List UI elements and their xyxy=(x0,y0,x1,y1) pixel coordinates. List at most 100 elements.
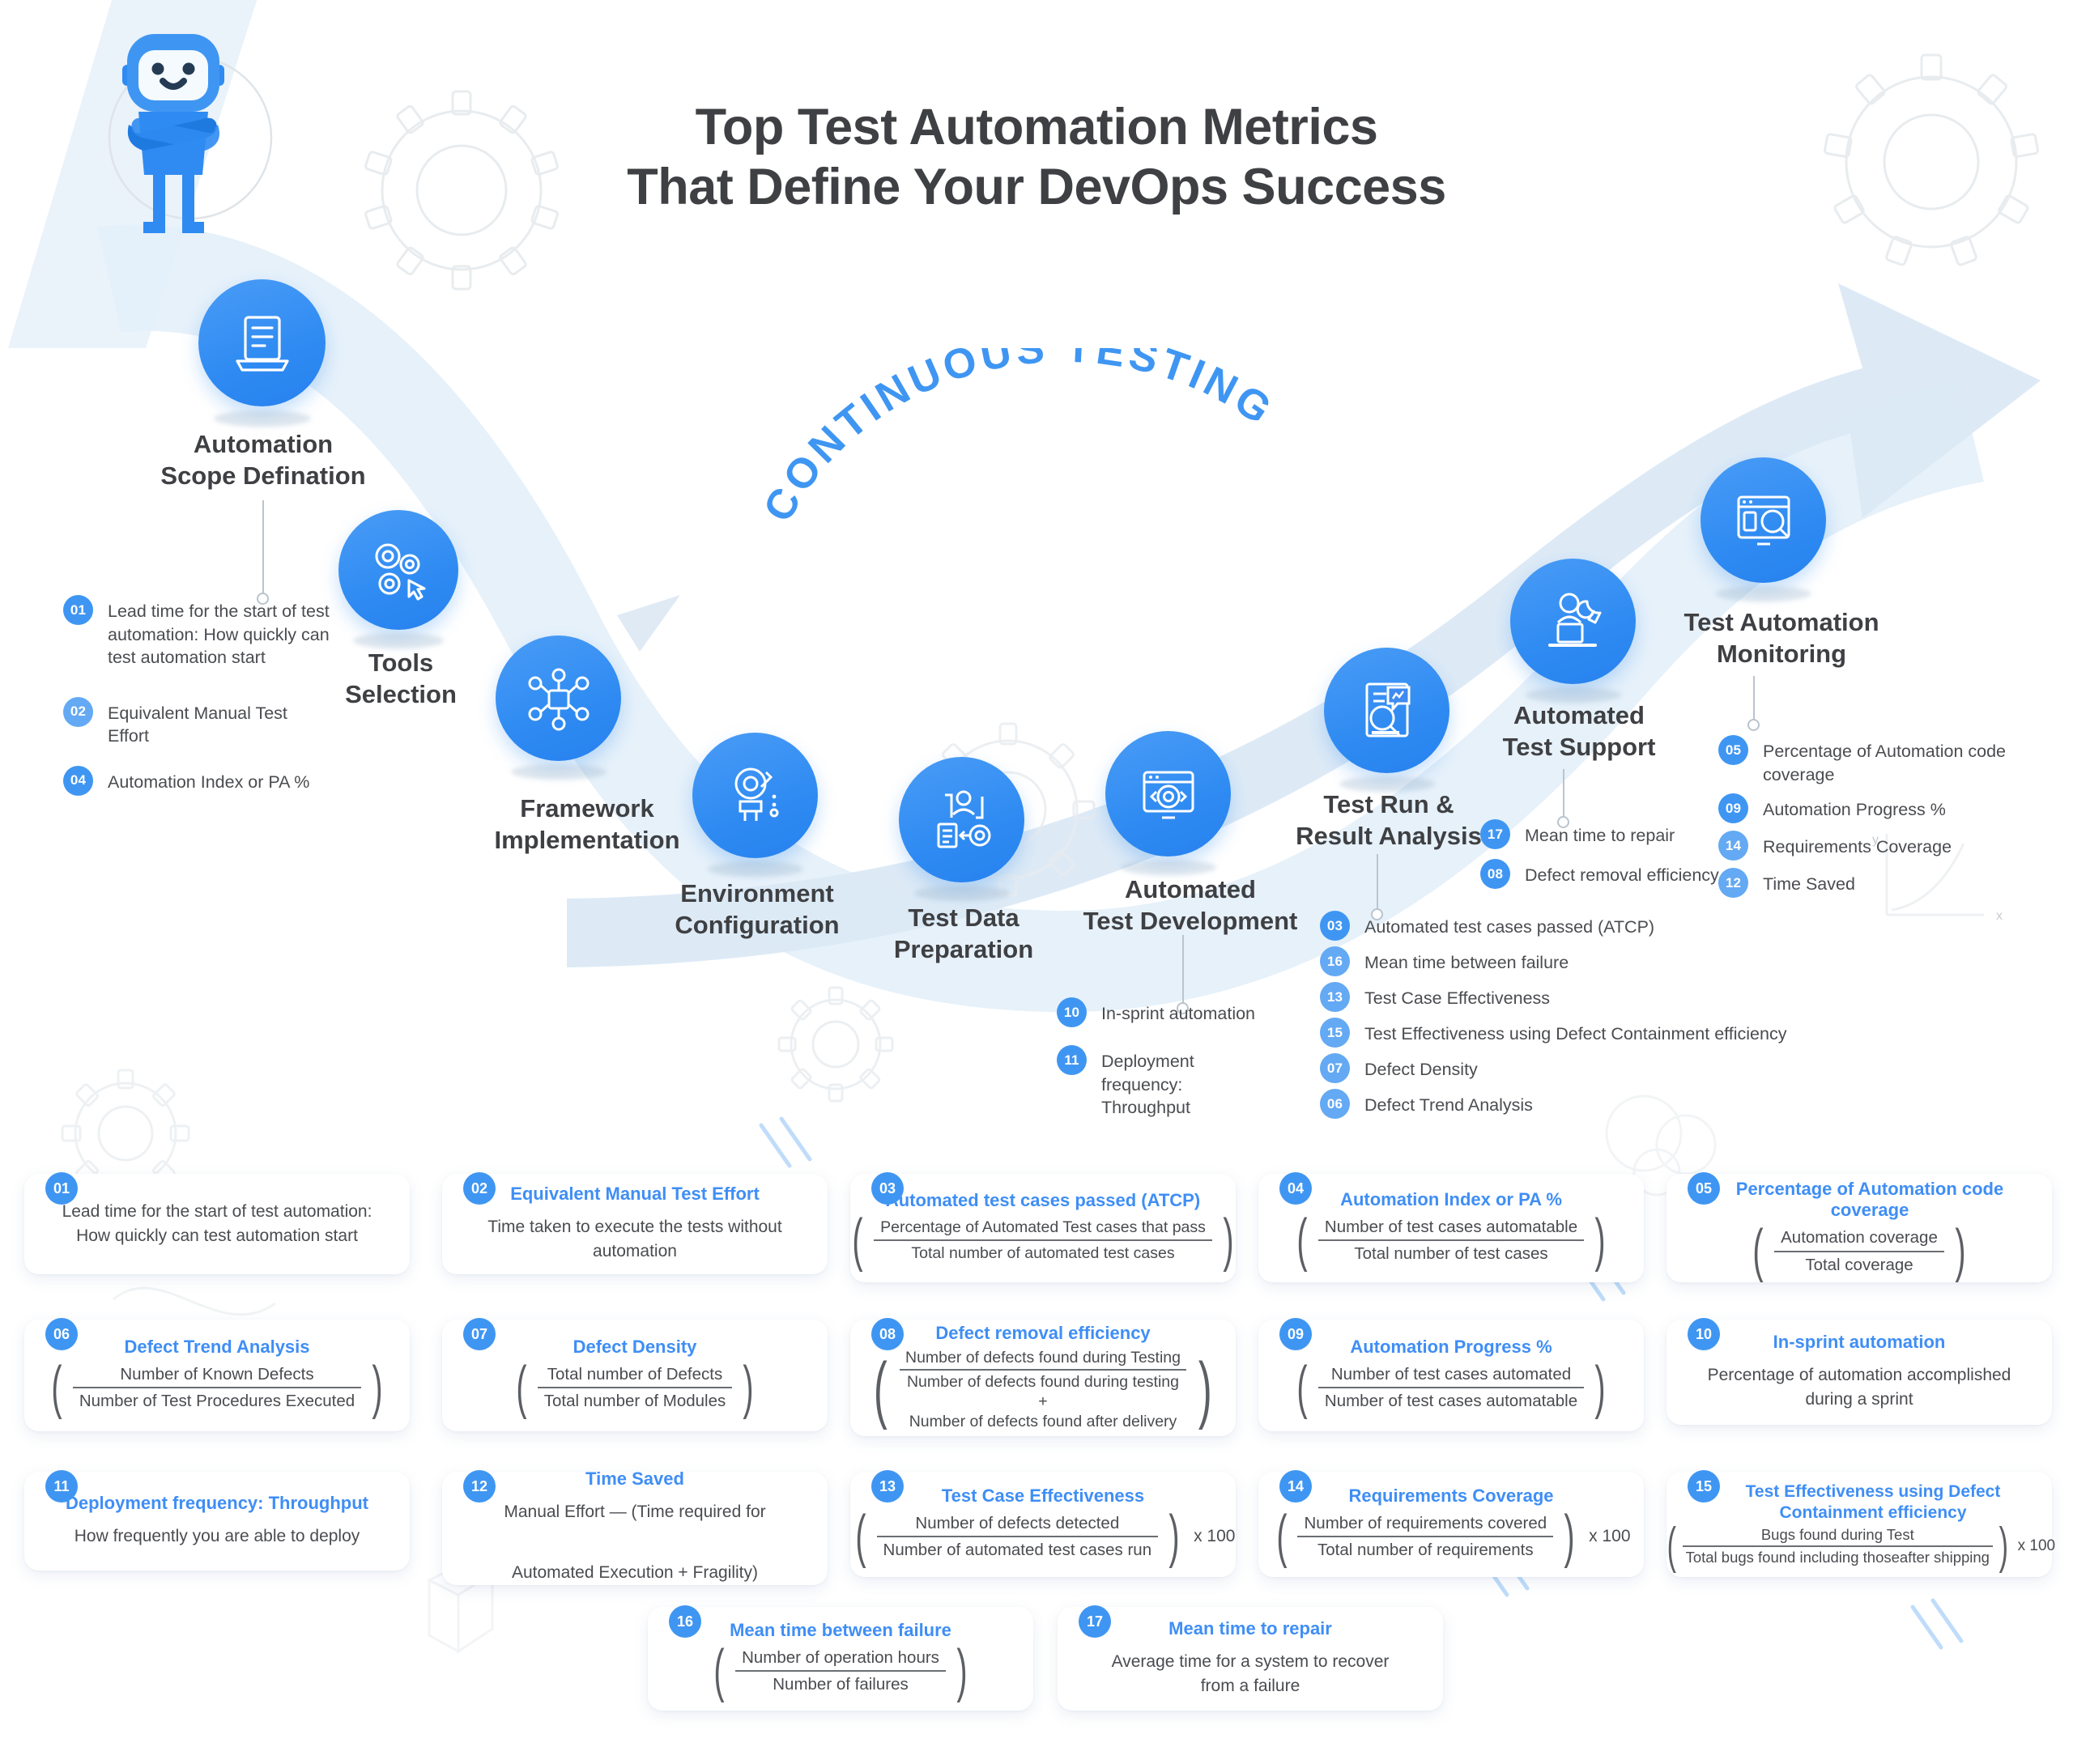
node-automated-test-support[interactable] xyxy=(1503,551,1643,703)
test-automation-monitoring-circle[interactable] xyxy=(1693,450,1833,590)
automated-test-development-circle[interactable] xyxy=(1098,724,1238,864)
card-11[interactable]: 11 Deployment frequency: Throughput How … xyxy=(24,1470,410,1571)
card-title: Equivalent Manual Test Effort xyxy=(510,1184,760,1205)
card-13[interactable]: 13 Test Case Effectiveness ( Number of d… xyxy=(850,1470,1236,1577)
card-badge: 10 xyxy=(1688,1318,1720,1350)
node-test-data-preparation[interactable] xyxy=(892,750,1032,901)
card-badge: 03 xyxy=(871,1172,904,1205)
formula-denominator: Total bugs found including thoseafter sh… xyxy=(1685,1548,1990,1566)
formula-numerator: Number of test cases automated xyxy=(1330,1364,1572,1384)
metric-label: Lead time for the start of test automati… xyxy=(108,601,330,668)
card-badge: 09 xyxy=(1279,1318,1312,1350)
paren-close: ) xyxy=(372,1354,383,1420)
card-04[interactable]: 04 Automation Index or PA % ( Number of … xyxy=(1258,1172,1644,1282)
card-10[interactable]: 10 In-sprint automation Percentage of au… xyxy=(1666,1318,2052,1425)
card-badge: 05 xyxy=(1688,1172,1720,1205)
card-12[interactable]: 12 Time Saved Manual Effort — (Time requ… xyxy=(442,1468,828,1585)
card-01[interactable]: 01 Lead time for the start of test autom… xyxy=(24,1172,410,1274)
card-formula: ( Number of operation hours Number of fa… xyxy=(709,1638,972,1703)
metric-item[interactable]: 06 Defect Trend Analysis xyxy=(1320,1089,1871,1119)
svg-text:CONTINUOUS TESTING: CONTINUOUS TESTING xyxy=(755,348,1283,529)
paren-open: ( xyxy=(713,1638,725,1703)
formula-denominator: Number of Test Procedures Executed xyxy=(79,1392,355,1411)
automated-test-support-circle[interactable] xyxy=(1503,551,1643,691)
card-formula: ( Number of defects found during Testing… xyxy=(868,1346,1218,1434)
node-label-test-data-preparation: Test Data Preparation xyxy=(893,903,1034,963)
paren-close: ) xyxy=(1955,1218,1966,1284)
node-test-run-result-analysis[interactable] xyxy=(1317,640,1457,792)
metric-item[interactable]: 13 Test Case Effectiveness xyxy=(1320,982,1871,1012)
formula-denominator: Total coverage xyxy=(1805,1255,1913,1274)
node-automation-scope-defination[interactable] xyxy=(191,272,333,427)
card-05[interactable]: 05 Percentage of Automation code coverag… xyxy=(1666,1172,2052,1284)
card-badge: 13 xyxy=(871,1470,904,1503)
node-shadow xyxy=(1715,586,1811,601)
metric-item[interactable]: 11 Deployment frequency: Throughput xyxy=(1057,1045,1300,1120)
environment-configuration-circle[interactable] xyxy=(685,725,825,865)
metric-item[interactable]: 10 In-sprint automation xyxy=(1057,997,1300,1027)
card-description: Time taken to execute the tests without … xyxy=(487,1217,782,1261)
card-title: Time Saved xyxy=(585,1468,684,1489)
card-14[interactable]: 14 Requirements Coverage ( Number of req… xyxy=(1258,1470,1644,1577)
paren-open: ( xyxy=(1752,1218,1764,1284)
node-test-automation-monitoring[interactable] xyxy=(1693,450,1833,601)
node-shadow xyxy=(707,861,803,877)
metric-item[interactable]: 01 Lead time for the start of test autom… xyxy=(63,595,330,669)
card-08[interactable]: 08 Defect removal efficiency ( Number of… xyxy=(850,1318,1236,1436)
metric-item[interactable]: 14 Requirements Coverage xyxy=(1718,831,2067,861)
card-03[interactable]: 03 Automated test cases passed (ATCP) ( … xyxy=(850,1172,1236,1282)
paren-close: ) xyxy=(1198,1347,1213,1430)
node-framework-implementation[interactable] xyxy=(488,628,628,780)
test-run-result-analysis-circle[interactable] xyxy=(1317,640,1457,780)
paren-open: ( xyxy=(852,1207,863,1273)
metric-badge: 01 xyxy=(63,595,93,625)
metric-badge: 11 xyxy=(1057,1045,1087,1075)
metric-item[interactable]: 09 Automation Progress % xyxy=(1718,793,2067,824)
card-title: Deployment frequency: Throughput xyxy=(66,1493,368,1514)
metric-item[interactable]: 15 Test Effectiveness using Defect Conta… xyxy=(1320,1018,1871,1048)
formula-numerator: Bugs found during Test xyxy=(1760,1526,1914,1544)
formula-numerator: Total number of Defects xyxy=(547,1364,723,1384)
metric-item[interactable]: 04 Automation Index or PA % xyxy=(63,765,330,796)
card-06[interactable]: 06 Defect Trend Analysis ( Number of Kno… xyxy=(24,1318,410,1431)
card-15[interactable]: 15 Test Effectiveness using Defect Conta… xyxy=(1666,1470,2055,1577)
node-shadow xyxy=(510,764,607,780)
card-17[interactable]: 17 Mean time to repair Average time for … xyxy=(1058,1605,1443,1711)
card-badge: 07 xyxy=(463,1318,496,1350)
metric-label: Defect Trend Analysis xyxy=(1364,1095,1533,1115)
support-engineer-icon xyxy=(1547,593,1601,647)
node-environment-configuration[interactable] xyxy=(685,725,825,877)
card-16[interactable]: 16 Mean time between failure ( Number of… xyxy=(648,1605,1033,1711)
robot-mascot xyxy=(108,34,273,233)
page-title: Top Test Automation Metrics That Define … xyxy=(567,97,1506,218)
card-07[interactable]: 07 Defect Density ( Total number of Defe… xyxy=(442,1318,828,1431)
metric-item[interactable]: 12 Time Saved xyxy=(1718,868,2067,899)
card-02[interactable]: 02 Equivalent Manual Test Effort Time ta… xyxy=(442,1172,828,1274)
node-automated-test-development[interactable] xyxy=(1098,724,1238,875)
metric-badge: 09 xyxy=(1718,793,1748,824)
paren-close: ) xyxy=(1594,1354,1606,1420)
framework-implementation-circle[interactable] xyxy=(488,628,628,768)
paren-open: ( xyxy=(51,1354,62,1420)
tools-selection-circle[interactable] xyxy=(331,503,466,637)
metric-item[interactable]: 05 Percentage of Automation code coverag… xyxy=(1718,735,2067,786)
node-shadow xyxy=(213,410,311,427)
node-shadow xyxy=(913,886,1010,901)
metric-item[interactable]: 07 Defect Density xyxy=(1320,1053,1871,1083)
metric-label: Automation Progress % xyxy=(1763,800,1946,820)
metric-item[interactable]: 02 Equivalent Manual Test Effort xyxy=(63,696,330,748)
card-09[interactable]: 09 Automation Progress % ( Number of tes… xyxy=(1258,1318,1644,1431)
metric-list-scope: 01 Lead time for the start of test autom… xyxy=(63,595,330,814)
metric-item[interactable]: 03 Automated test cases passed (ATCP) xyxy=(1320,911,1871,941)
formula-denominator: Total number of requirements xyxy=(1317,1541,1534,1560)
card-title: Defect Trend Analysis xyxy=(124,1336,310,1357)
metric-item[interactable]: 16 Mean time between failure xyxy=(1320,946,1871,976)
formula-denominator: Number of test cases automatable xyxy=(1324,1392,1578,1411)
test-data-preparation-circle[interactable] xyxy=(892,750,1032,890)
paren-open: ( xyxy=(1296,1207,1308,1273)
card-badge: 04 xyxy=(1279,1172,1312,1205)
node-tools-selection[interactable] xyxy=(331,503,466,648)
card-title: Defect removal efficiency xyxy=(935,1322,1151,1343)
paren-open: ( xyxy=(873,1347,888,1430)
automation-scope-defination-circle[interactable] xyxy=(191,272,333,414)
